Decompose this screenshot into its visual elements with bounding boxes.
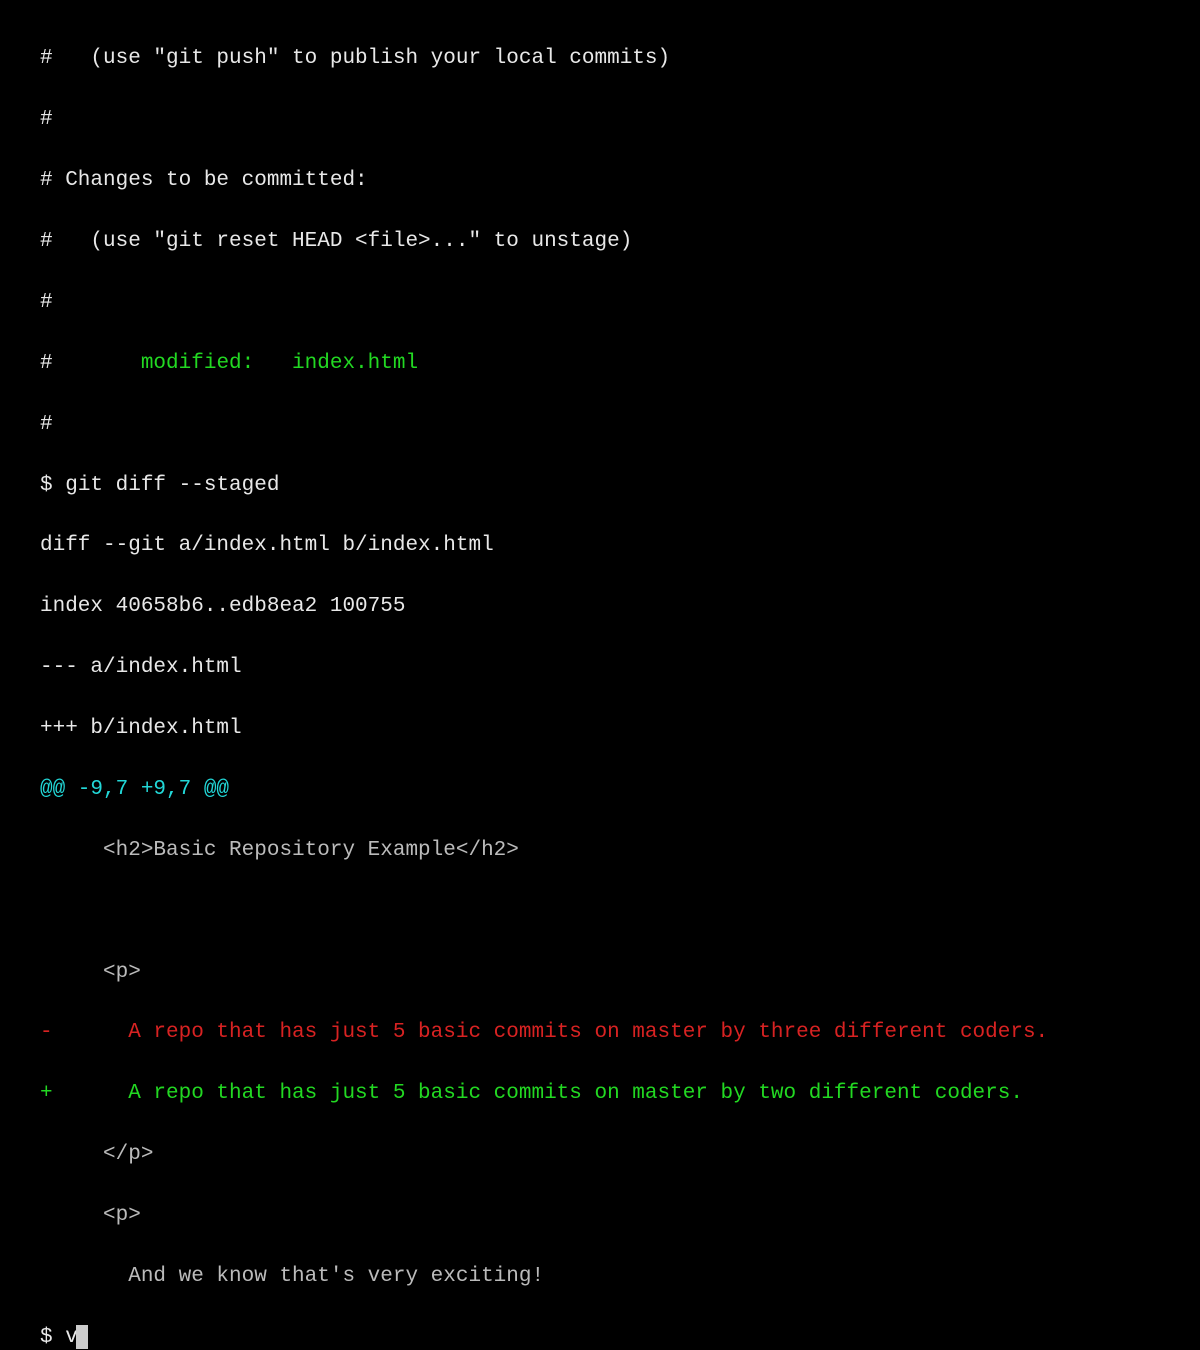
diff-context [40,897,1160,927]
diff-header: diff --git a/index.html b/index.html [40,531,1160,561]
diff-context: <p> [40,1201,1160,1231]
diff-added: + A repo that has just 5 basic commits o… [40,1079,1160,1109]
diff-minus-file: --- a/index.html [40,653,1160,683]
status-line: # Changes to be committed: [40,166,1160,196]
diff-plus-file: +++ b/index.html [40,714,1160,744]
diff-hunk-header: @@ -9,7 +9,7 @@ [40,775,1160,805]
status-line: # [40,105,1160,135]
diff-context: </p> [40,1140,1160,1170]
diff-context: <h2>Basic Repository Example</h2> [40,836,1160,866]
diff-index: index 40658b6..edb8ea2 100755 [40,592,1160,622]
status-line: # [40,410,1160,440]
command-text: git diff --staged [65,474,279,497]
diff-context: <p> [40,958,1160,988]
status-modified-line: # modified: index.html [40,349,1160,379]
active-prompt-line[interactable]: $ v [40,1326,88,1349]
status-line: # [40,288,1160,318]
status-line: # (use "git push" to publish your local … [40,44,1160,74]
shell-prompt: $ [40,1326,65,1349]
terminal-output[interactable]: # (use "git push" to publish your local … [40,14,1160,1350]
status-line: # (use "git reset HEAD <file>..." to uns… [40,227,1160,257]
shell-prompt: $ [40,474,65,497]
diff-context: And we know that's very exciting! [40,1262,1160,1292]
command-line: $ git diff --staged [40,471,1160,501]
modified-file: modified: index.html [141,352,418,375]
diff-removed: - A repo that has just 5 basic commits o… [40,1018,1160,1048]
cursor-icon [76,1325,88,1349]
comment-prefix: # [40,352,141,375]
